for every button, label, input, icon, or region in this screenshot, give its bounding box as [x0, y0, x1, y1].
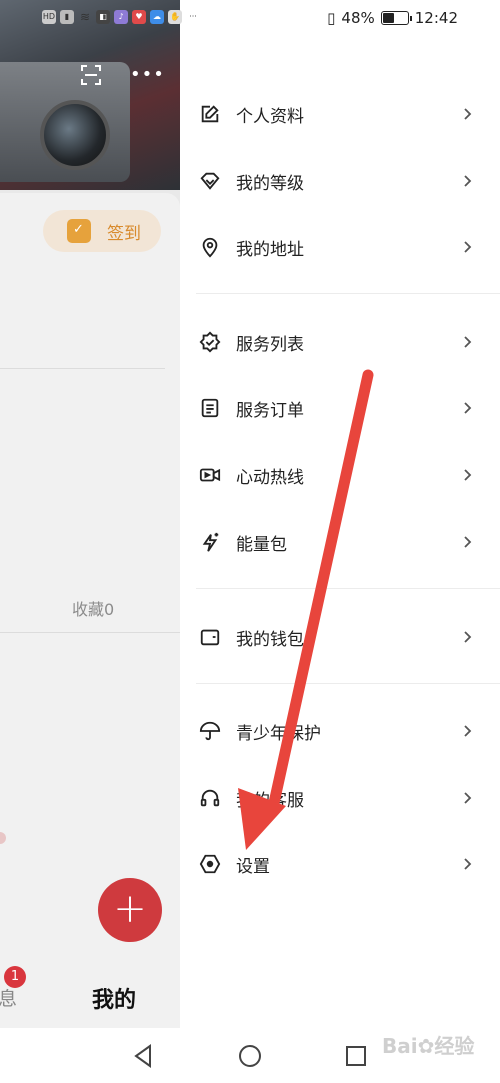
chevron-right-icon — [464, 108, 472, 120]
divider — [0, 632, 180, 633]
favorites-count[interactable]: 收藏0 — [72, 596, 114, 620]
divider — [196, 293, 500, 294]
menu-item-youth-protection[interactable]: 青少年保护 — [196, 707, 486, 755]
battery-level — [382, 13, 394, 23]
chevron-right-icon — [464, 858, 472, 870]
status-icons-left: HD ▮ ≋ ◧ ♪ ♥ ☁ ✋ ··· — [42, 10, 200, 24]
checkin-button[interactable]: 签到 — [43, 210, 161, 252]
diamond-icon — [198, 169, 222, 193]
menu-item-level[interactable]: 我的等级 — [196, 157, 486, 205]
clock: 12:42 — [414, 9, 458, 27]
status-bar: HD ▮ ≋ ◧ ♪ ♥ ☁ ✋ ··· ▯ 48% 12:42 — [0, 0, 500, 36]
menu-label: 我的客服 — [236, 790, 304, 811]
menu-item-profile[interactable]: 个人资料 — [196, 90, 486, 138]
menu-item-customer-service[interactable]: 我的客服 — [196, 774, 486, 822]
chevron-right-icon — [464, 175, 472, 187]
menu-label: 青少年保护 — [236, 723, 321, 744]
watermark-logo: Bai✿经验 — [382, 1034, 475, 1058]
settings-hexagon-icon — [198, 852, 222, 876]
app-icon-1: ◧ — [96, 10, 110, 24]
edit-icon — [198, 102, 222, 126]
more-notifications-icon: ··· — [189, 12, 197, 21]
location-pin-icon — [198, 235, 222, 259]
app-icon-3: ♥ — [132, 10, 146, 24]
add-button[interactable]: + — [98, 878, 162, 942]
document-icon — [198, 396, 222, 420]
chevron-right-icon — [464, 792, 472, 804]
calendar-check-icon — [67, 219, 91, 243]
menu-item-energy-pack[interactable]: 能量包 — [196, 518, 486, 566]
messages-badge: 1 — [4, 966, 26, 988]
umbrella-icon — [198, 719, 222, 743]
menu-label: 心动热线 — [236, 467, 304, 488]
menu-label: 服务订单 — [236, 400, 304, 421]
video-call-icon — [198, 463, 222, 487]
sparkle-icon — [198, 530, 222, 554]
checkin-label: 签到 — [107, 223, 141, 244]
divider — [196, 683, 500, 684]
back-icon[interactable] — [130, 1042, 158, 1070]
menu-label: 我的钱包 — [236, 629, 304, 650]
chevron-right-icon — [464, 469, 472, 481]
divider — [0, 368, 165, 369]
cloud-icon: ☁ — [150, 10, 164, 24]
divider — [196, 588, 500, 589]
chevron-right-icon — [464, 631, 472, 643]
signal-icon: ▮ — [60, 10, 74, 24]
chevron-right-icon — [464, 336, 472, 348]
menu-item-service-list[interactable]: 服务列表 — [196, 318, 486, 366]
notification-icon: ✋ — [168, 10, 182, 24]
chevron-right-icon — [464, 536, 472, 548]
status-icons-right: ▯ 48% 12:42 — [327, 9, 458, 27]
menu-item-wallet[interactable]: 我的钱包 — [196, 613, 486, 661]
nav-messages-label[interactable]: 息 — [0, 984, 17, 1011]
menu-item-address[interactable]: 我的地址 — [196, 223, 486, 271]
chevron-right-icon — [464, 241, 472, 253]
menu-label: 能量包 — [236, 534, 287, 555]
recents-icon[interactable] — [342, 1042, 370, 1070]
chevron-right-icon — [464, 725, 472, 737]
hd-icon: HD — [42, 10, 56, 24]
more-icon[interactable]: ••• — [130, 65, 164, 85]
menu-label: 服务列表 — [236, 334, 304, 355]
nav-mine-label[interactable]: 我的 — [92, 982, 136, 1014]
menu-item-settings[interactable]: 设置 — [196, 840, 486, 888]
chevron-right-icon — [464, 402, 472, 414]
badge-check-icon — [198, 330, 222, 354]
menu-label: 我的等级 — [236, 173, 304, 194]
scan-icon[interactable] — [79, 63, 103, 87]
menu-item-hotline[interactable]: 心动热线 — [196, 451, 486, 499]
menu-label: 设置 — [236, 856, 270, 877]
wifi-icon: ≋ — [79, 10, 91, 24]
headset-icon — [198, 786, 222, 810]
app-icon-2: ♪ — [114, 10, 128, 24]
menu-label: 个人资料 — [236, 106, 304, 127]
menu-label: 我的地址 — [236, 239, 304, 260]
background-app: ••• 签到 收藏0 + 息 1 我的 — [0, 0, 180, 1028]
home-icon[interactable] — [236, 1042, 264, 1070]
vibrate-icon: ▯ — [327, 9, 336, 27]
camera-lens — [40, 100, 110, 170]
battery-icon — [380, 11, 412, 25]
wallet-icon — [198, 625, 222, 649]
battery-percent: 48% — [341, 9, 375, 27]
menu-item-service-orders[interactable]: 服务订单 — [196, 384, 486, 432]
